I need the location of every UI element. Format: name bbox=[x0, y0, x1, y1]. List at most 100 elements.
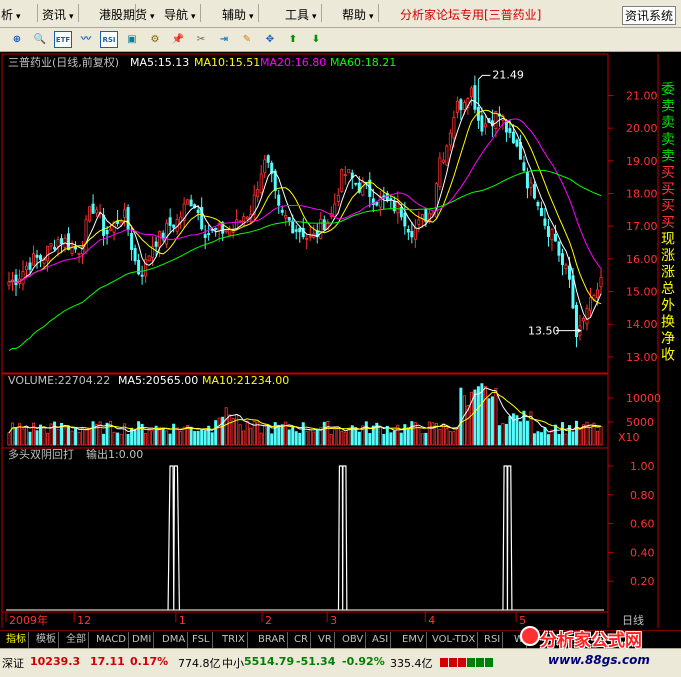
tab-模板[interactable]: 模板 bbox=[34, 632, 59, 648]
up-arrow-icon[interactable]: ⬆ bbox=[284, 31, 302, 48]
volume-bar bbox=[294, 431, 298, 446]
volume-bar bbox=[56, 428, 60, 446]
volume-bar bbox=[14, 427, 18, 446]
volume-bar bbox=[427, 421, 431, 446]
pin-icon[interactable]: 📌 bbox=[169, 31, 187, 48]
search-icon[interactable]: 🔍 bbox=[31, 31, 49, 48]
tab-全部[interactable]: 全部 bbox=[64, 632, 89, 648]
candle-body bbox=[567, 265, 571, 280]
tab-trix[interactable]: TRIX bbox=[220, 632, 248, 648]
volume-bar bbox=[560, 422, 564, 446]
tab-fsl[interactable]: FSL bbox=[190, 632, 213, 648]
candle-body bbox=[147, 255, 151, 262]
quote-panel-label: 买 bbox=[661, 165, 675, 181]
etf-icon[interactable]: ETF bbox=[54, 31, 72, 48]
volume-bar bbox=[70, 430, 74, 446]
menu-separator bbox=[135, 4, 136, 22]
volume-bar bbox=[431, 422, 435, 446]
tab-macd[interactable]: MACD bbox=[94, 632, 129, 648]
menu-item-2[interactable]: 港股期货 ▾ bbox=[99, 6, 155, 23]
volume-bar bbox=[305, 431, 309, 446]
tab-emv[interactable]: EMV bbox=[400, 632, 427, 648]
zx-label: 中小 bbox=[222, 657, 244, 670]
candle-body bbox=[263, 159, 267, 174]
quote-panel-label: 卖 bbox=[661, 99, 675, 115]
tab-vr[interactable]: VR bbox=[316, 632, 335, 648]
tab-dma[interactable]: DMA bbox=[160, 632, 189, 648]
date-label: 2 bbox=[265, 614, 272, 627]
wrench-icon[interactable]: ✂ bbox=[192, 31, 210, 48]
menu-separator bbox=[78, 4, 79, 22]
volume-bar bbox=[67, 425, 71, 446]
menu-item-3[interactable]: 导航 ▾ bbox=[164, 6, 196, 23]
volume-bar bbox=[406, 427, 410, 446]
logo-mark-icon bbox=[520, 626, 540, 646]
brand-title: 分析家论坛专用[三普药业] bbox=[400, 8, 542, 22]
candle-body bbox=[196, 209, 200, 214]
candle-body bbox=[557, 241, 561, 256]
date-label: 12 bbox=[77, 614, 91, 627]
volume-bar bbox=[399, 432, 403, 446]
menu-item-label: 资讯 bbox=[42, 8, 67, 22]
volume-bar bbox=[175, 427, 179, 446]
volume-bar bbox=[599, 426, 603, 446]
volume-bar bbox=[277, 424, 281, 446]
volume-bar bbox=[536, 431, 540, 446]
stock-chart[interactable]: 三普药业(日线,前复权) MA5:15.13 MA10:15.51 MA20:16.8… bbox=[0, 52, 681, 630]
tab-dmi[interactable]: DMI bbox=[130, 632, 155, 648]
quote-panel-label: 净 bbox=[661, 331, 675, 347]
volume-bar bbox=[518, 421, 522, 446]
candle-body bbox=[550, 229, 554, 241]
candle-body bbox=[392, 200, 396, 212]
volume-bar bbox=[168, 433, 172, 446]
down-arrow-icon[interactable]: ⬇ bbox=[307, 31, 325, 48]
volume-bar bbox=[91, 421, 95, 446]
volume-bar bbox=[182, 426, 186, 446]
candle-body bbox=[308, 235, 312, 238]
volume-bar bbox=[63, 428, 67, 446]
tab-cr[interactable]: CR bbox=[292, 632, 311, 648]
zoom-icon[interactable]: ⊕ bbox=[8, 31, 26, 48]
candle-body bbox=[140, 274, 144, 277]
tab-asi[interactable]: ASI bbox=[370, 632, 392, 648]
menu-separator bbox=[37, 4, 38, 22]
candle-body bbox=[95, 209, 99, 214]
volume-bar bbox=[25, 426, 29, 446]
volume-bar bbox=[368, 433, 372, 446]
tools-icon[interactable]: ⚙ bbox=[146, 31, 164, 48]
volume-tick-label: 5000 bbox=[626, 416, 654, 429]
tab-brar[interactable]: BRAR bbox=[256, 632, 289, 648]
info-system-button[interactable]: 资讯系统 bbox=[622, 6, 677, 25]
menu-item-4[interactable]: 辅助 ▾ bbox=[222, 6, 254, 23]
window-icon[interactable]: ▣ bbox=[123, 31, 141, 48]
volume-bar bbox=[137, 421, 141, 446]
menu-item-5[interactable]: 工具 ▾ bbox=[285, 6, 317, 23]
signal-spike bbox=[167, 465, 181, 611]
move-icon[interactable]: ✥ bbox=[261, 31, 279, 48]
volume-bar bbox=[291, 427, 295, 446]
candle-body bbox=[361, 181, 365, 196]
menu-item-1[interactable]: 资讯 ▾ bbox=[42, 6, 74, 23]
volume-bar bbox=[557, 433, 561, 446]
trend-icon[interactable]: 〰 bbox=[77, 31, 95, 48]
tab-vol-tdx[interactable]: VOL-TDX bbox=[430, 632, 479, 648]
tab-obv[interactable]: OBV bbox=[340, 632, 367, 648]
tab-rsi[interactable]: RSI bbox=[482, 632, 504, 648]
menu-item-0[interactable]: 析 ▾ bbox=[1, 6, 21, 23]
candle-body bbox=[322, 219, 326, 231]
tab-指标[interactable]: 指标 bbox=[4, 632, 29, 648]
candle-body bbox=[60, 238, 64, 245]
date-label: 3 bbox=[330, 614, 337, 627]
candle-body bbox=[511, 131, 515, 144]
menu-item-6[interactable]: 帮助 ▾ bbox=[342, 6, 374, 23]
candle-body bbox=[448, 132, 452, 146]
rsi-icon[interactable]: RSI bbox=[100, 31, 118, 48]
pencil-icon[interactable]: ✎ bbox=[238, 31, 256, 48]
volume-bar bbox=[165, 430, 169, 446]
ma60-line bbox=[8, 169, 602, 351]
quote-panel-label: 买 bbox=[661, 182, 675, 198]
exit-icon[interactable]: ⇥ bbox=[215, 31, 233, 48]
candle-body bbox=[543, 218, 547, 226]
candle-body bbox=[354, 182, 358, 185]
volume-bar bbox=[179, 430, 183, 446]
